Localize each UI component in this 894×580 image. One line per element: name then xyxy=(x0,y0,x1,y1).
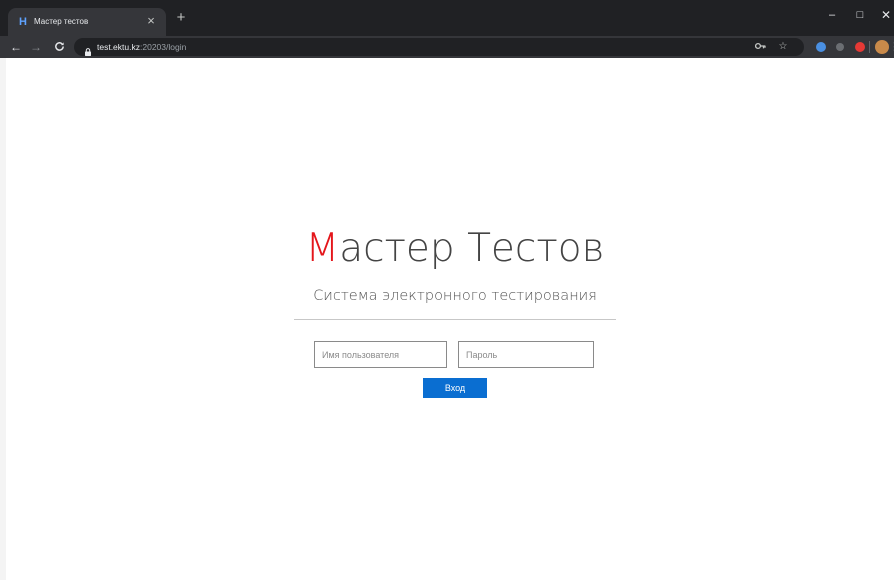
page-left-edge xyxy=(0,58,6,580)
tab-master-testov[interactable]: H Мастер тестов × xyxy=(8,8,166,36)
url-path: :20203/login xyxy=(140,42,187,52)
lock-icon[interactable] xyxy=(85,43,91,56)
logo-accent-letter: М xyxy=(305,226,340,271)
close-window-icon[interactable]: ✕ xyxy=(879,8,893,22)
close-tab-icon[interactable]: × xyxy=(145,14,157,27)
reload-icon[interactable] xyxy=(52,40,66,54)
password-input[interactable] xyxy=(458,341,594,368)
page-subtitle: Система электронного тестирования xyxy=(313,288,597,304)
minimize-icon[interactable]: – xyxy=(825,8,839,22)
browser-toolbar: ← → test.ektu.kz:20203/login ☆ xyxy=(0,36,894,58)
new-tab-button[interactable]: + xyxy=(174,10,188,25)
url-host: test.ektu.kz xyxy=(97,42,140,52)
hex-logo-icon: H xyxy=(19,16,27,28)
tab-strip: H Мастер тестов × + – □ ✕ xyxy=(0,0,894,36)
login-button[interactable]: Вход xyxy=(423,378,487,398)
maximize-icon[interactable]: □ xyxy=(853,8,867,22)
back-arrow-icon[interactable]: ← xyxy=(9,40,23,54)
page-content: Мастер Тестов Система электронного тести… xyxy=(0,58,894,580)
extension-icon[interactable] xyxy=(836,43,844,51)
tab-title: Мастер тестов xyxy=(34,17,89,26)
logo-rest: астер Тестов xyxy=(339,226,605,271)
extension-icon[interactable] xyxy=(855,42,865,52)
browser-window: H Мастер тестов × + – □ ✕ ← → test.ektu.… xyxy=(0,0,894,580)
url-text[interactable]: test.ektu.kz:20203/login xyxy=(97,41,186,53)
key-icon[interactable] xyxy=(754,41,766,53)
toolbar-divider xyxy=(869,41,870,53)
avatar[interactable] xyxy=(875,40,889,54)
extension-icon[interactable] xyxy=(816,42,826,52)
menu-icon[interactable]: ⋮ xyxy=(889,40,894,54)
page-title: Мастер Тестов xyxy=(0,226,894,272)
address-bar[interactable]: test.ektu.kz:20203/login ☆ xyxy=(74,38,804,56)
username-input[interactable] xyxy=(314,341,447,368)
star-icon[interactable]: ☆ xyxy=(777,41,789,53)
title-divider xyxy=(294,319,616,320)
forward-arrow-icon[interactable]: → xyxy=(29,40,43,54)
